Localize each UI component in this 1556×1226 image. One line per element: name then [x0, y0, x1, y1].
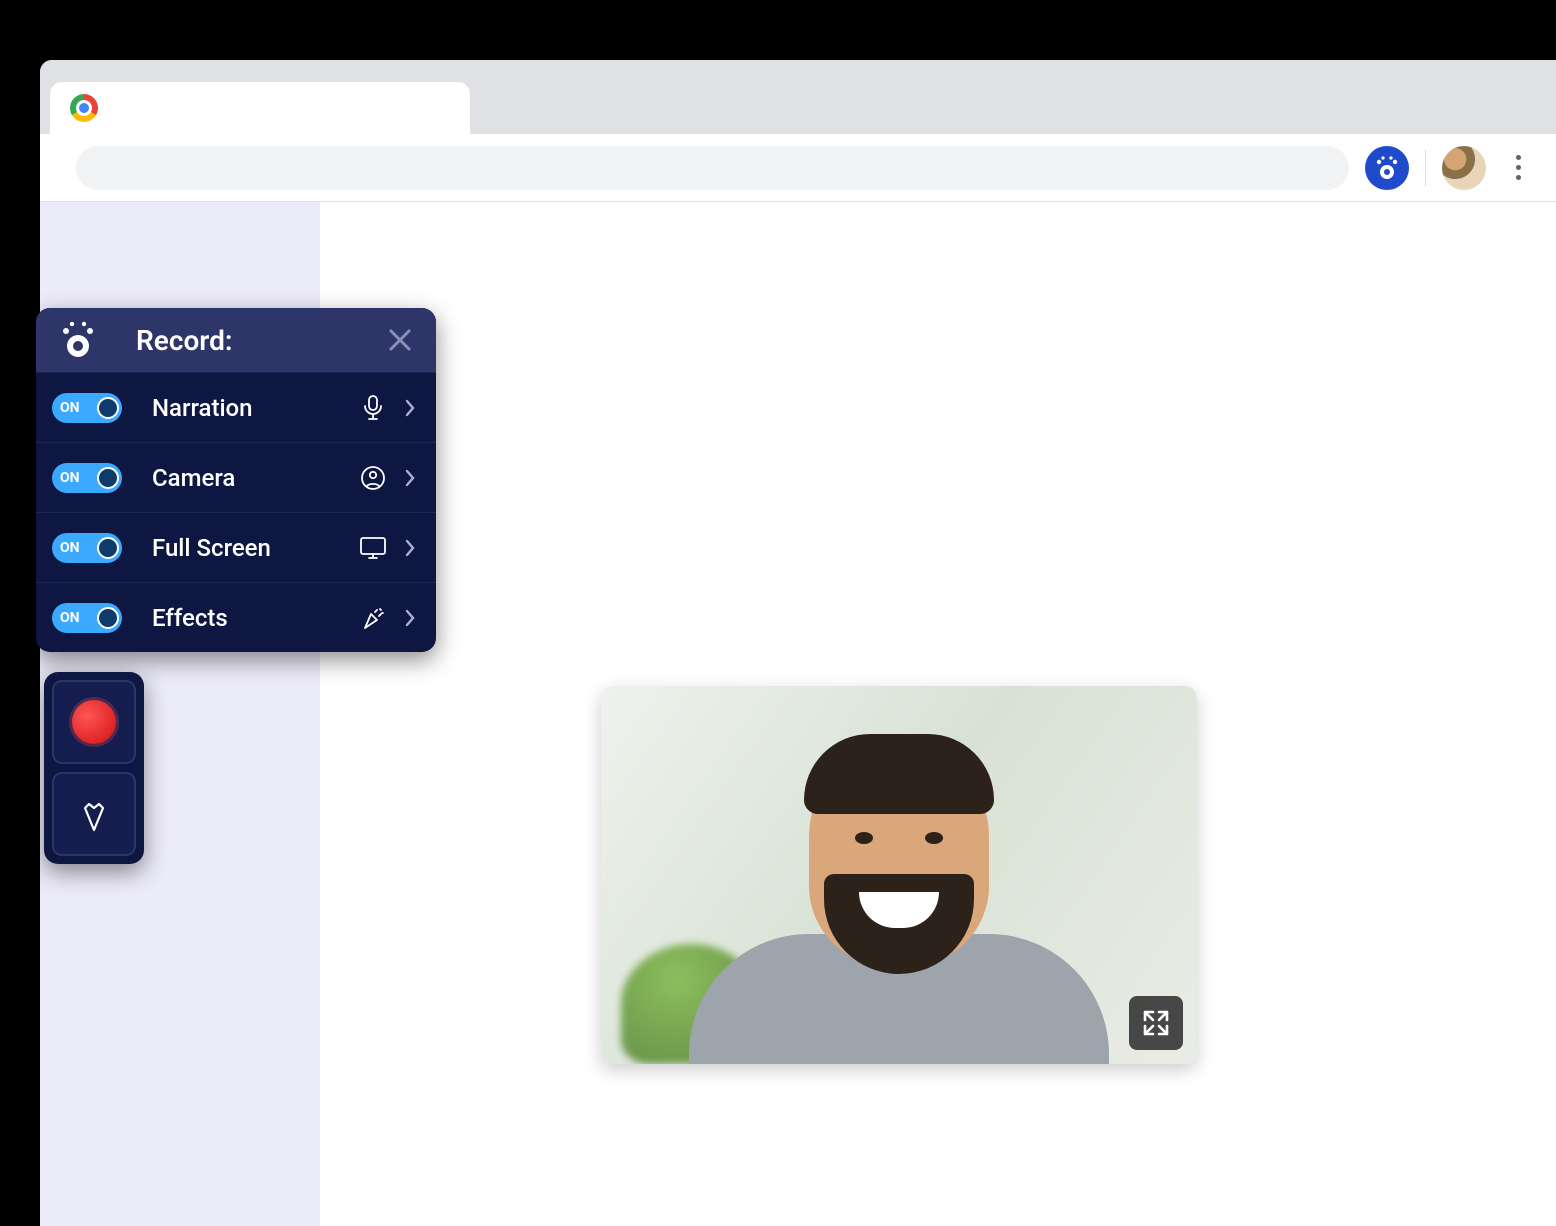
monitor-icon	[358, 533, 388, 563]
record-row-narration[interactable]: ON Narration	[36, 372, 436, 442]
record-panel-header: Record:	[36, 308, 436, 372]
person-circle-icon	[358, 463, 388, 493]
person-figure	[689, 724, 1109, 1064]
record-dot-icon	[72, 700, 116, 744]
chrome-icon	[70, 94, 98, 122]
record-button[interactable]	[52, 680, 136, 764]
close-icon	[387, 327, 413, 353]
draw-button[interactable]	[52, 772, 136, 856]
confetti-icon	[358, 603, 388, 633]
profile-avatar[interactable]	[1442, 146, 1486, 190]
pen-icon	[77, 794, 111, 834]
floating-controls	[44, 672, 144, 864]
effects-label: Effects	[152, 604, 358, 632]
close-panel-button[interactable]	[384, 324, 416, 356]
tab-strip	[40, 60, 1556, 134]
chevron-right-icon	[400, 398, 420, 418]
browser-menu-button[interactable]	[1500, 150, 1536, 186]
narration-label: Narration	[152, 394, 358, 422]
camera-label: Camera	[152, 464, 358, 492]
microphone-icon	[358, 393, 388, 423]
record-row-camera[interactable]: ON Camera	[36, 442, 436, 512]
extension-button[interactable]	[1365, 146, 1409, 190]
browser-toolbar	[40, 134, 1556, 202]
camera-toggle[interactable]: ON	[52, 463, 122, 493]
narration-toggle[interactable]: ON	[52, 393, 122, 423]
chevron-right-icon	[400, 538, 420, 558]
fullscreen-label: Full Screen	[152, 534, 358, 562]
effects-toggle[interactable]: ON	[52, 603, 122, 633]
extension-logo-icon	[1373, 154, 1401, 182]
address-bar[interactable]	[76, 146, 1349, 190]
record-row-effects[interactable]: ON Effects	[36, 582, 436, 652]
fullscreen-toggle[interactable]: ON	[52, 533, 122, 563]
record-row-fullscreen[interactable]: ON Full Screen	[36, 512, 436, 582]
chevron-right-icon	[400, 468, 420, 488]
browser-tab[interactable]	[50, 82, 470, 134]
expand-icon	[1141, 1008, 1171, 1038]
expand-preview-button[interactable]	[1129, 996, 1183, 1050]
toolbar-divider	[1425, 150, 1426, 186]
chevron-right-icon	[400, 608, 420, 628]
app-logo-icon	[56, 318, 100, 362]
camera-preview[interactable]	[601, 686, 1197, 1064]
record-panel: Record: ON Narration ON Camera	[36, 308, 436, 652]
record-panel-title: Record:	[136, 324, 384, 357]
